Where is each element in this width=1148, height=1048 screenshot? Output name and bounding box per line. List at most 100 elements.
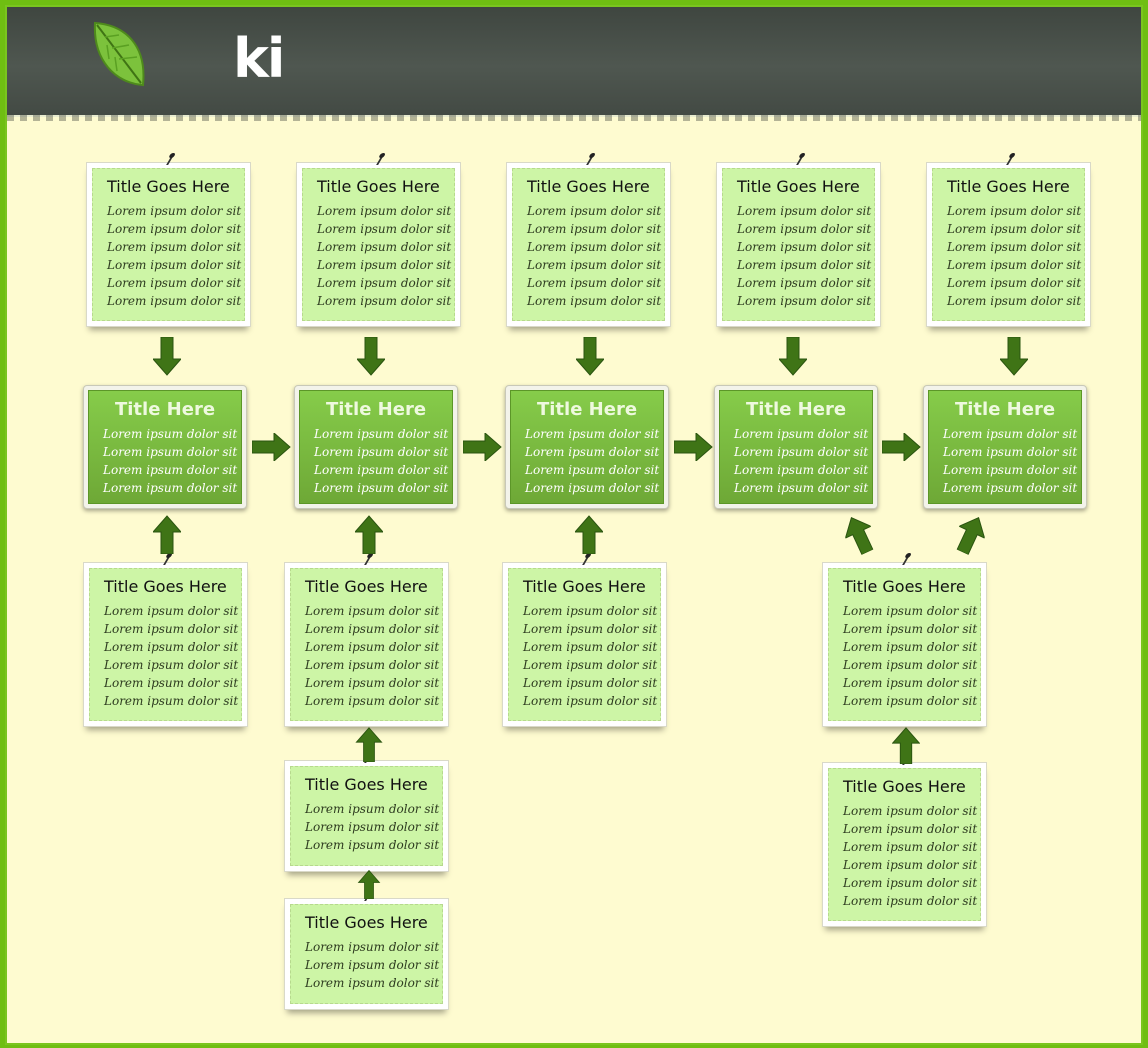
note-line: Lorem ipsum dolor sit [104,694,239,708]
note-line: Lorem ipsum dolor sit [843,640,978,654]
hub-line: Lorem ipsum dolor sit [943,481,1078,495]
note-line: Lorem ipsum dolor sit [843,858,978,872]
note-line: Lorem ipsum dolor sit [947,276,1082,290]
arrow-up-icon [153,515,181,554]
note-title: Title Goes Here [843,777,966,796]
hub-line: Lorem ipsum dolor sit [943,463,1078,477]
hub-2: Title Here Lorem ipsum dolor sit Lorem i… [294,385,458,509]
note-line: Lorem ipsum dolor sit [843,894,978,908]
leaf-icon [93,21,145,87]
note-line: Lorem ipsum dolor sit [523,658,658,672]
note-line: Lorem ipsum dolor sit [305,604,440,618]
note-line: Lorem ipsum dolor sit [527,240,662,254]
note-line: Lorem ipsum dolor sit [305,676,440,690]
arrow-up-icon [355,727,383,762]
note-line: Lorem ipsum dolor sit [104,640,239,654]
hub-line: Lorem ipsum dolor sit [525,463,660,477]
note-line: Lorem ipsum dolor sit [305,820,440,834]
note-line: Lorem ipsum dolor sit [843,658,978,672]
pin-icon [363,555,378,565]
note-line: Lorem ipsum dolor sit [947,204,1082,218]
hub-title: Title Here [954,399,1056,420]
note-bottom-1: Title Goes Here Lorem ipsum dolor sit Lo… [83,555,248,727]
note-top-4: Title Goes Here Lorem ipsum dolor sit Lo… [716,155,881,327]
note-line: Lorem ipsum dolor sit [843,676,978,690]
note-line: Lorem ipsum dolor sit [843,804,978,818]
pin-icon [795,155,810,165]
hub-line: Lorem ipsum dolor sit [314,481,449,495]
note-line: Lorem ipsum dolor sit [527,258,662,272]
note-line: Lorem ipsum dolor sit [523,604,658,618]
note-bottom-2: Title Goes Here Lorem ipsum dolor sit Lo… [284,555,449,727]
note-line: Lorem ipsum dolor sit [317,258,452,272]
note-line: Lorem ipsum dolor sit [843,622,978,636]
note-line: Lorem ipsum dolor sit [305,640,440,654]
note-bottom-4: Title Goes Here Lorem ipsum dolor sit Lo… [284,891,449,1010]
arrow-down-icon [1000,337,1028,376]
note-title: Title Goes Here [107,177,230,196]
note-line: Lorem ipsum dolor sit [104,604,239,618]
hub-line: Lorem ipsum dolor sit [734,445,869,459]
note-line: Lorem ipsum dolor sit [317,204,452,218]
note-line: Lorem ipsum dolor sit [317,276,452,290]
arrow-up-icon [357,869,381,899]
note-line: Lorem ipsum dolor sit [843,840,978,854]
note-line: Lorem ipsum dolor sit [107,294,242,308]
arrow-up-icon [355,515,383,554]
hub-line: Lorem ipsum dolor sit [103,481,238,495]
arrow-right-icon [252,433,291,461]
arrow-down-icon [153,337,181,376]
pin-icon [375,155,390,165]
hub-5: Title Here Lorem ipsum dolor sit Lorem i… [923,385,1087,509]
hub-line: Lorem ipsum dolor sit [103,445,238,459]
hub-line: Lorem ipsum dolor sit [943,445,1078,459]
note-line: Lorem ipsum dolor sit [523,676,658,690]
hub-line: Lorem ipsum dolor sit [314,445,449,459]
arrow-right-icon [674,433,713,461]
note-line: Lorem ipsum dolor sit [737,204,872,218]
note-title: Title Goes Here [305,577,428,596]
arrow-down-icon [576,337,604,376]
brand-logo: ki [85,15,285,105]
note-title: Title Goes Here [527,177,650,196]
hub-line: Lorem ipsum dolor sit [103,463,238,477]
note-line: Lorem ipsum dolor sit [737,276,872,290]
note-line: Lorem ipsum dolor sit [104,676,239,690]
hub-title: Title Here [325,399,427,420]
note-line: Lorem ipsum dolor sit [843,822,978,836]
note-title: Title Goes Here [947,177,1070,196]
note-line: Lorem ipsum dolor sit [107,222,242,236]
note-bottom-6: Title Goes Here Lorem ipsum dolor sit Lo… [822,555,987,727]
note-line: Lorem ipsum dolor sit [737,240,872,254]
hub-line: Lorem ipsum dolor sit [734,427,869,441]
hub-line: Lorem ipsum dolor sit [525,481,660,495]
note-line: Lorem ipsum dolor sit [305,694,440,708]
hub-line: Lorem ipsum dolor sit [734,481,869,495]
note-line: Lorem ipsum dolor sit [317,222,452,236]
note-top-2: Title Goes Here Lorem ipsum dolor sit Lo… [296,155,461,327]
arrow-up-right-icon [956,516,986,556]
note-line: Lorem ipsum dolor sit [104,622,239,636]
note-line: Lorem ipsum dolor sit [737,258,872,272]
note-bottom-7: Title Goes Here Lorem ipsum dolor sit Lo… [822,755,987,927]
hub-title: Title Here [536,399,638,420]
note-line: Lorem ipsum dolor sit [107,204,242,218]
note-title: Title Goes Here [843,577,966,596]
note-line: Lorem ipsum dolor sit [317,240,452,254]
note-line: Lorem ipsum dolor sit [305,940,440,954]
note-line: Lorem ipsum dolor sit [527,204,662,218]
note-line: Lorem ipsum dolor sit [523,622,658,636]
arrow-right-icon [463,433,502,461]
arrow-up-left-icon [844,516,874,556]
note-line: Lorem ipsum dolor sit [305,622,440,636]
pin-icon [901,555,916,565]
pin-icon [1005,155,1020,165]
note-line: Lorem ipsum dolor sit [305,658,440,672]
note-top-1: Title Goes Here Lorem ipsum dolor sit Lo… [86,155,251,327]
pin-icon [165,155,180,165]
note-line: Lorem ipsum dolor sit [947,294,1082,308]
note-line: Lorem ipsum dolor sit [107,276,242,290]
hub-3: Title Here Lorem ipsum dolor sit Lorem i… [505,385,669,509]
hub-line: Lorem ipsum dolor sit [314,427,449,441]
note-line: Lorem ipsum dolor sit [947,240,1082,254]
